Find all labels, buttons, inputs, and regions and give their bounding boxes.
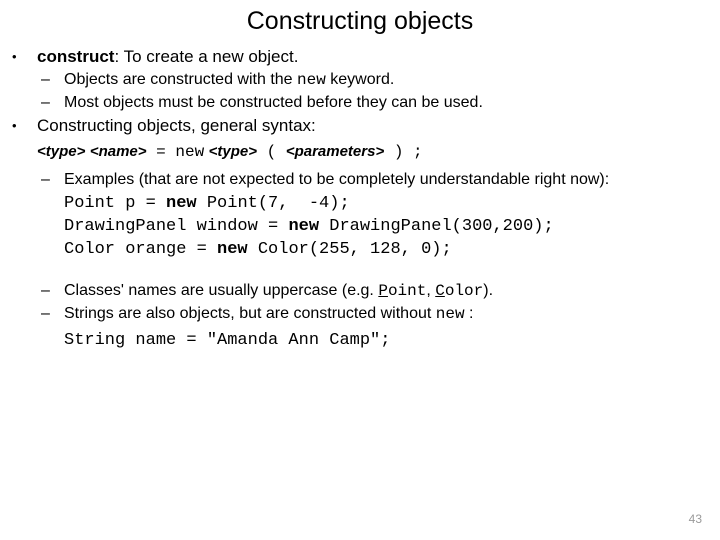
page-number: 43 (688, 512, 702, 526)
subbullet-objects-constructed: – Objects are constructed with the new ke… (0, 69, 720, 91)
code-text: String name = "Amanda Ann Camp"; (64, 331, 391, 350)
bullet-glyph-icon: • (12, 49, 17, 64)
code-keyword-new: new (288, 217, 320, 236)
page-title: Constructing objects (246, 7, 474, 35)
dash-glyph-icon: – (41, 171, 50, 188)
code-text-post: DrawingPanel(300,200); (319, 217, 554, 236)
placeholder-type-2: <type> (208, 143, 257, 160)
code-text-pre: DrawingPanel window = (64, 217, 289, 236)
syntax-keyword-new: new (175, 143, 205, 161)
subbullet-text: Examples (that are not expected to be co… (64, 171, 610, 188)
syntax-paren-close: ) ; (384, 143, 423, 161)
bullet-text: Constructing objects, general syntax: (37, 116, 316, 135)
bullet-general-syntax: • Constructing objects, general syntax: (0, 115, 720, 137)
class-name-separator: , (426, 282, 436, 299)
subbullet-strings: – Strings are also objects, but are const… (0, 303, 720, 325)
code-keyword-new: new (166, 194, 197, 213)
bullet-construct: • construct: To create a new object. (0, 46, 720, 68)
keyword-new: new (297, 71, 326, 89)
keyword-new: new (435, 305, 465, 323)
subbullet-text-post: : (464, 305, 474, 322)
dash-glyph-icon: – (41, 282, 50, 299)
code-line-point: Point p = new Point(7, -4); (0, 192, 720, 215)
syntax-paren-open: ( (257, 143, 286, 161)
bullet-glyph-icon: • (12, 118, 17, 133)
code-text-post: Point(7, -4); (196, 194, 350, 213)
code-line-drawingpanel: DrawingPanel window = new DrawingPanel(3… (0, 215, 720, 238)
dash-glyph-icon: – (41, 94, 50, 111)
placeholder-parameters: <parameters> (285, 143, 385, 160)
slide-canvas: Constructing objects • construct: To crea… (0, 0, 720, 540)
class-name-point-rest: oint (387, 282, 427, 300)
class-name-color-initial: C (435, 282, 445, 300)
code-keyword-new: new (217, 240, 248, 259)
placeholder-type: <type> (37, 143, 86, 160)
class-name-point-initial: P (378, 282, 388, 300)
code-text-pre: Point p = (64, 194, 167, 213)
subbullet-examples: – Examples (that are not expected to be c… (0, 169, 720, 191)
subbullet-text: Most objects must be constructed before … (64, 94, 483, 111)
term-construct-definition: : To create a new object. (114, 47, 299, 66)
dash-glyph-icon: – (41, 305, 50, 322)
subbullet-class-names: – Classes' names are usually uppercase (e… (0, 280, 720, 302)
slide-body: • construct: To create a new object. – Obj… (0, 46, 720, 352)
code-line-string: String name = "Amanda Ann Camp"; (0, 330, 720, 352)
subbullet-text-post: ). (483, 282, 494, 299)
subbullet-text-pre: Classes' names are usually uppercase (e.… (64, 282, 379, 299)
class-name-color-rest: olor (444, 282, 484, 300)
subbullet-text-pre: Objects are constructed with the (64, 71, 297, 88)
code-line-color: Color orange = new Color(255, 128, 0); (0, 238, 720, 261)
subbullet-most-objects: – Most objects must be constructed before… (0, 92, 720, 114)
code-text-pre: Color orange = (64, 240, 218, 259)
dash-glyph-icon: – (41, 71, 50, 88)
syntax-equals: = (146, 143, 176, 161)
code-text-post: Color(255, 128, 0); (247, 240, 452, 259)
syntax-template: <type> <name> = new <type> ( <parameters… (0, 139, 720, 165)
term-construct: construct (37, 47, 115, 66)
subbullet-text-post: keyword. (325, 71, 395, 88)
subbullet-text-pre: Strings are also objects, but are constr… (64, 305, 436, 322)
placeholder-name: <name> (89, 143, 147, 160)
